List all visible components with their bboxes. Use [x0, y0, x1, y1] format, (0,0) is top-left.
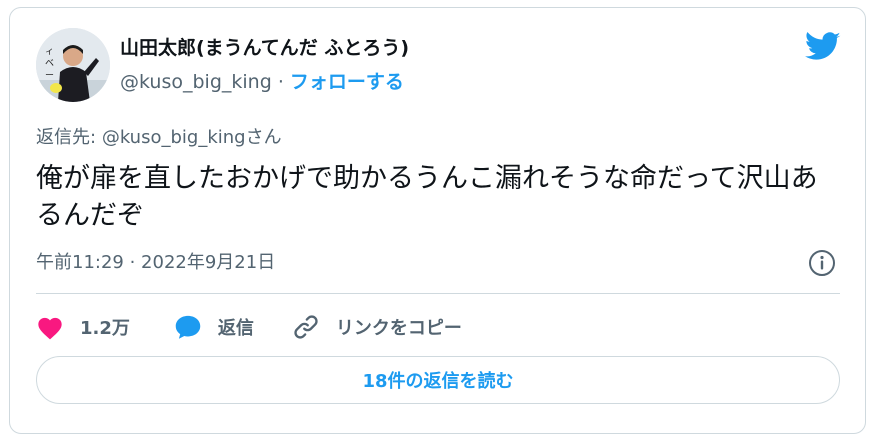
divider — [36, 293, 840, 294]
like-button[interactable]: 1.2万 — [36, 314, 130, 340]
svg-text:ベ: ベ — [45, 59, 54, 69]
info-icon[interactable] — [808, 249, 836, 277]
reply-to-suffix: さん — [245, 127, 282, 148]
heart-icon — [38, 317, 62, 340]
reply-to-prefix: 返信先: — [36, 127, 97, 148]
author-handle-row: @kuso_big_king · フォローする — [120, 70, 404, 94]
reply-button[interactable]: 返信 — [174, 314, 254, 340]
tweet-text: 俺が扉を直したおかげで助かるうんこ漏れそうな命だって沢山あるんだぞ — [36, 163, 818, 231]
avatar-photo-icon: ィ ベ ー — [36, 28, 110, 102]
twitter-bird-icon[interactable] — [805, 32, 841, 62]
tweet-actions: 1.2万 返信 リンクをコピー — [36, 310, 462, 344]
follow-button[interactable]: フォローする — [290, 71, 404, 93]
link-icon — [294, 315, 318, 339]
like-count: 1.2万 — [80, 318, 130, 339]
reply-to-mention[interactable]: @kuso_big_king — [102, 127, 246, 148]
tweet-card: ィ ベ ー 山田太郎(まうんてんだ ふとろう) @kuso_big_king ·… — [9, 7, 866, 434]
speech-bubble-icon — [175, 315, 201, 339]
svg-text:ー: ー — [45, 71, 54, 81]
copy-link-button[interactable]: リンクをコピー — [292, 313, 462, 341]
copy-link-label: リンクをコピー — [335, 318, 462, 339]
author-avatar[interactable]: ィ ベ ー — [36, 28, 110, 102]
tweet-timestamp[interactable]: 午前11:29 · 2022年9月21日 — [36, 251, 275, 275]
author-handle[interactable]: @kuso_big_king — [120, 71, 272, 93]
read-replies-button[interactable]: 18件の返信を読む — [36, 356, 840, 404]
separator-dot: · — [277, 71, 284, 93]
author-display-name[interactable]: 山田太郎(まうんてんだ ふとろう) — [120, 36, 409, 60]
reply-label: 返信 — [217, 318, 254, 339]
svg-text:ィ: ィ — [45, 47, 54, 57]
reply-to-line: 返信先: @kuso_big_kingさん — [36, 126, 282, 150]
